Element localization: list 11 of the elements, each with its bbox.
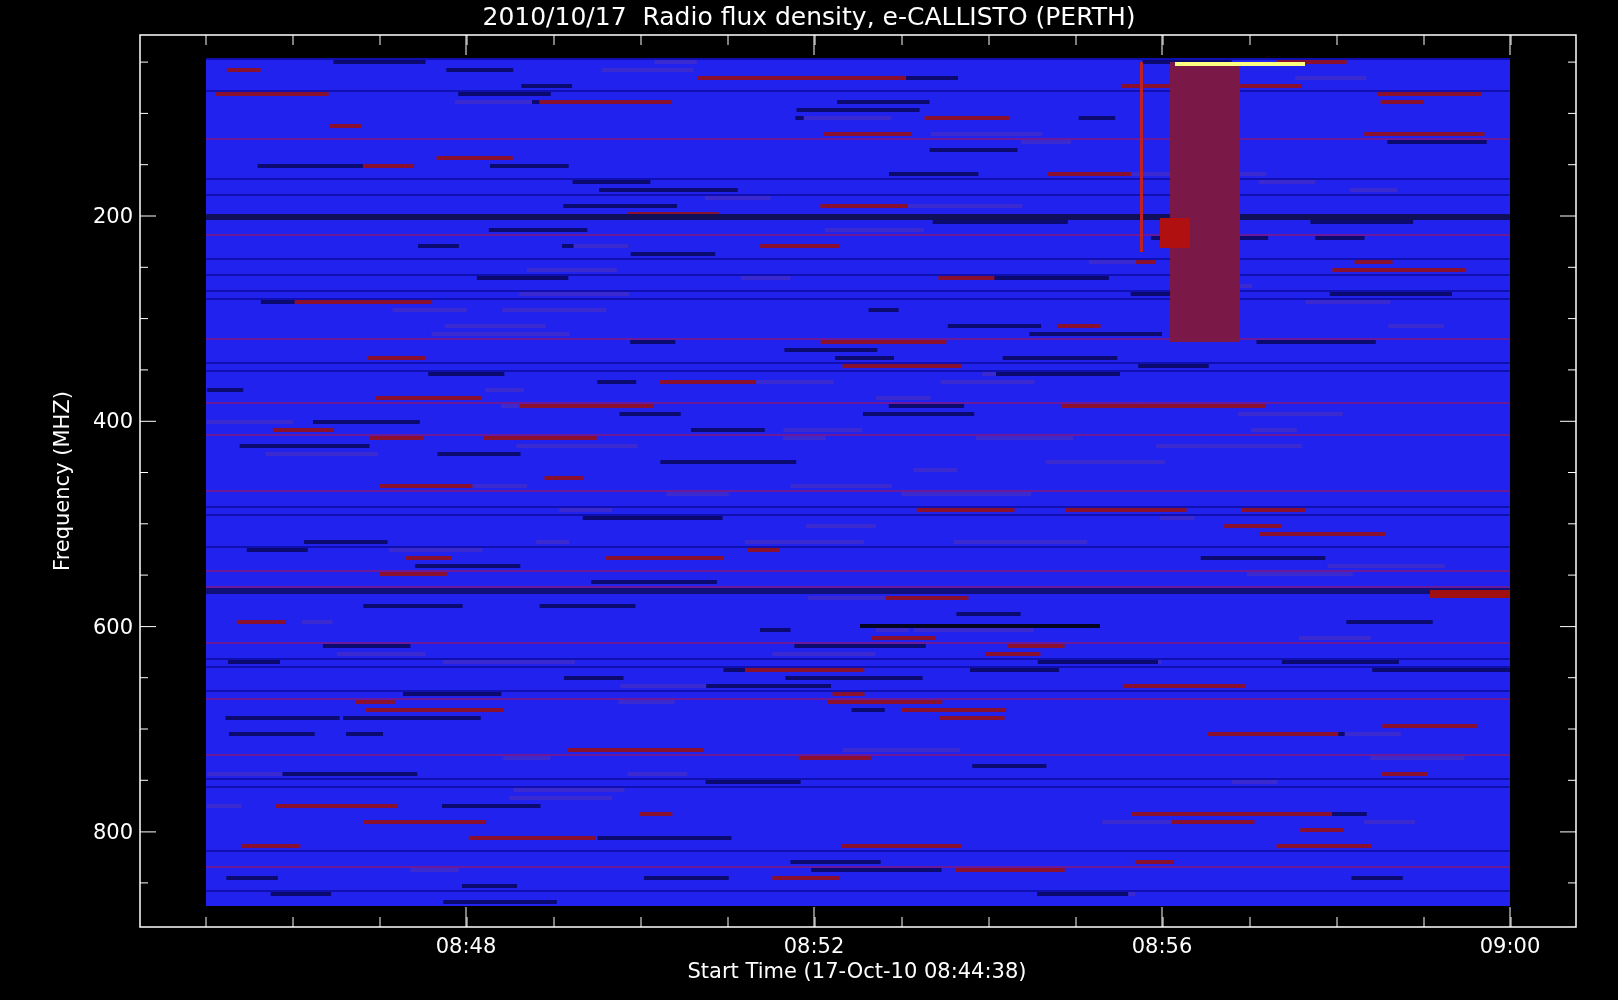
x-tick-label: 08:48 [435,934,497,958]
y-tick-label: 800 [92,819,133,844]
y-tick-label: 400 [92,409,133,434]
x-tick-label: 08:52 [783,934,845,958]
x-tick-label: 09:00 [1479,934,1541,958]
y-axis-label: Frequency (MHZ) [50,391,74,571]
x-tick-label: 08:56 [1131,934,1193,958]
x-axis-label: Start Time (17-Oct-10 08:44:38) [687,959,1027,983]
y-tick-label: 200 [92,204,133,228]
chart-title: 2010/10/17 Radio flux density, e-CALLISTO (PERTH) [482,2,1136,31]
y-tick-label: 600 [92,614,133,639]
